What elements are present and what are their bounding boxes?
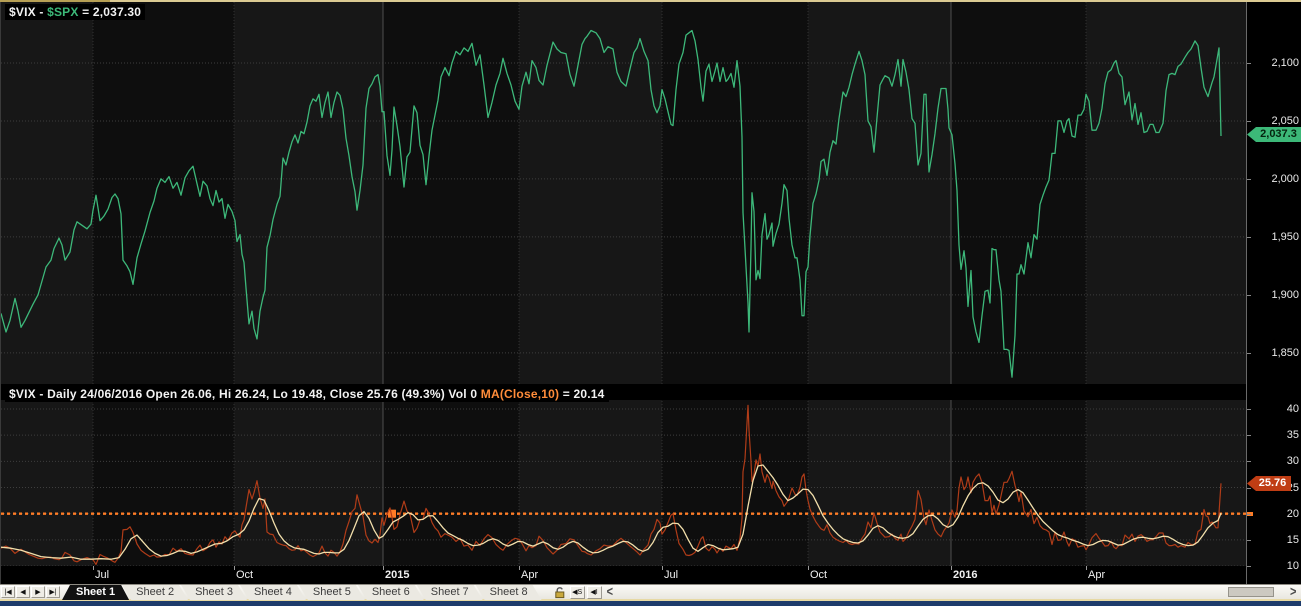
tab-sheet-8[interactable]: Sheet 8 (476, 585, 542, 600)
y-axis-label: 1,850 (1251, 346, 1299, 360)
ma-indicator-label: MA(Close,10) (481, 387, 559, 401)
y-axis-tick (1247, 121, 1251, 122)
x-axis-label: 2015 (385, 569, 409, 581)
y-axis-tick (1247, 295, 1251, 296)
y-axis-tick (1247, 461, 1251, 462)
tab-sheet-2[interactable]: Sheet 2 (122, 585, 188, 600)
scale-s-button[interactable]: ◀S (570, 586, 585, 599)
price-charts-svg (1, 0, 1246, 584)
scale-i-button[interactable]: ◀I (587, 586, 602, 599)
y-axis-label: 40 (1251, 402, 1299, 416)
y-axis-tick (1247, 514, 1251, 515)
vix-ohlc-label: $VIX - Daily 24/06/2016 Open 26.06, Hi 2… (9, 387, 481, 401)
x-axis-tick (1086, 566, 1087, 570)
y-axis-label: 30 (1251, 454, 1299, 468)
ticker-label: $VIX - (9, 5, 47, 19)
y-axis-tick (1247, 409, 1251, 410)
ma-value-label: = 20.14 (559, 387, 604, 401)
window-top-border-left (0, 0, 110, 2)
lock-icon[interactable] (552, 586, 568, 599)
tab-sheet-6[interactable]: Sheet 6 (358, 585, 424, 600)
sheet-tabs: Sheet 1Sheet 2Sheet 3Sheet 4Sheet 5Sheet… (62, 585, 542, 599)
x-axis-label: Jul (664, 569, 678, 581)
tab-sheet-5[interactable]: Sheet 5 (299, 585, 365, 600)
sheet-nav-buttons: |◀◀▶▶| (0, 585, 62, 599)
x-axis-label: 2016 (953, 569, 977, 581)
x-axis-tick (808, 566, 809, 570)
y-axis-tick (1247, 488, 1251, 489)
prev-sheet-button[interactable]: ◀ (16, 586, 30, 598)
x-axis-tick (951, 566, 952, 570)
y-axis-label: 1,950 (1251, 230, 1299, 244)
price-axis[interactable]: 2,037.3 25.76 2,100 2,050 2,000 1,950 1,900 1… (1246, 0, 1301, 584)
tab-sheet-1[interactable]: Sheet 1 (62, 585, 129, 600)
x-axis-tick (93, 566, 94, 570)
y-axis-label: 10 (1251, 559, 1299, 573)
chart-area[interactable]: $VIX - $SPX = 2,037.30 $VIX - Daily 24/0… (0, 0, 1301, 584)
overlay-value-label: = 2,037.30 (79, 5, 142, 19)
sheet-bar: |◀◀▶▶| Sheet 1Sheet 2Sheet 3Sheet 4Sheet… (0, 584, 1301, 599)
date-axis[interactable]: Jul Oct 2015 Apr Jul Oct 2016 Apr (1, 566, 1301, 584)
y-axis-tick (1247, 353, 1251, 354)
window-top-border (0, 0, 1301, 2)
y-axis-label: 20 (1251, 507, 1299, 521)
x-axis-label: Oct (810, 569, 827, 581)
y-axis-tick (1247, 179, 1251, 180)
tab-sheet-3[interactable]: Sheet 3 (181, 585, 247, 600)
y-axis-label: 2,100 (1251, 56, 1299, 70)
y-axis-label: 35 (1251, 428, 1299, 442)
tab-sheet-4[interactable]: Sheet 4 (240, 585, 306, 600)
y-axis-tick (1247, 435, 1251, 436)
spx-last-price-badge: 2,037.3 (1247, 127, 1301, 142)
last-sheet-button[interactable]: ▶| (46, 586, 60, 598)
x-axis-tick (383, 566, 384, 570)
overlay-ticker-label: $SPX (47, 5, 79, 19)
y-axis-label: 2,000 (1251, 172, 1299, 186)
y-axis-tick (1247, 540, 1251, 541)
sheet-tools: ◀S ◀I < (552, 585, 616, 599)
x-axis-tick (662, 566, 663, 570)
scroll-right-icon[interactable]: > (1287, 583, 1299, 601)
y-axis-label: 15 (1251, 533, 1299, 547)
vix-last-price-badge: 25.76 (1247, 476, 1291, 491)
x-axis-tick (519, 566, 520, 570)
x-axis-tick (234, 566, 235, 570)
tab-sheet-7[interactable]: Sheet 7 (417, 585, 483, 600)
status-strip (0, 601, 1301, 606)
x-axis-label: Apr (1088, 569, 1105, 581)
x-axis-label: Jul (95, 569, 109, 581)
scroll-left-icon[interactable]: < (604, 583, 616, 601)
y-axis-tick (1247, 63, 1251, 64)
next-sheet-button[interactable]: ▶ (31, 586, 45, 598)
charting-app-window: $VIX - $SPX = 2,037.30 $VIX - Daily 24/0… (0, 0, 1301, 606)
y-axis-label: 1,900 (1251, 288, 1299, 302)
x-axis-label: Oct (236, 569, 253, 581)
top-panel-title: $VIX - $SPX = 2,037.30 (5, 4, 145, 20)
y-axis-tick (1247, 566, 1251, 567)
x-axis-label: Apr (521, 569, 538, 581)
first-sheet-button[interactable]: |◀ (1, 586, 15, 598)
y-axis-label: 2,050 (1251, 114, 1299, 128)
bottom-panel-title: $VIX - Daily 24/06/2016 Open 26.06, Hi 2… (5, 386, 609, 402)
y-axis-tick (1247, 237, 1251, 238)
horizontal-scrollbar-thumb[interactable] (1228, 587, 1274, 597)
